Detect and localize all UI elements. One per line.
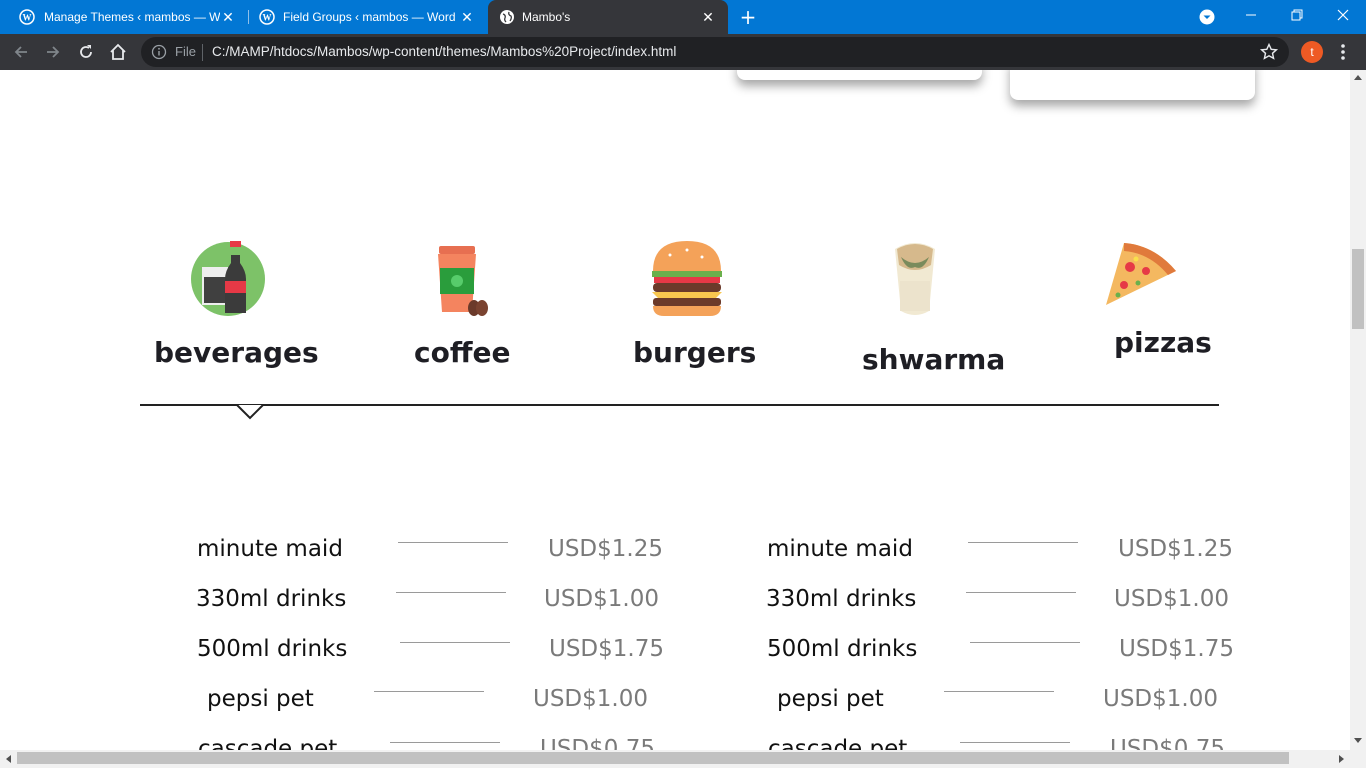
address-bar[interactable]: File C:/MAMP/htdocs/Mambos/wp-content/th… xyxy=(141,37,1289,67)
close-icon[interactable]: ✕ xyxy=(220,9,236,25)
scroll-up-arrow-icon[interactable] xyxy=(1353,73,1363,81)
menu-item-price: USD$1.00 xyxy=(533,686,648,712)
menu-item-price: USD$1.25 xyxy=(1118,536,1233,562)
menu-item-name: 330ml drinks xyxy=(196,586,347,612)
star-icon[interactable] xyxy=(1259,42,1279,62)
leader-line xyxy=(396,592,506,593)
close-icon[interactable]: ✕ xyxy=(459,9,475,25)
more-vert-icon[interactable] xyxy=(1335,42,1351,62)
category-tab-burgers[interactable]: burgers xyxy=(633,336,756,369)
close-icon xyxy=(1337,9,1349,21)
leader-line xyxy=(966,592,1076,593)
tab-field-groups[interactable]: W Field Groups ‹ mambos — Word ✕ xyxy=(249,0,487,34)
menu-item-price: USD$1.00 xyxy=(1103,686,1218,712)
arrow-right-icon xyxy=(47,46,60,58)
content-card xyxy=(737,70,982,80)
svg-text:W: W xyxy=(263,13,272,23)
close-icon[interactable]: ✕ xyxy=(700,9,716,25)
leader-line xyxy=(960,742,1070,743)
menu-item-price: USD$0.75 xyxy=(540,736,655,750)
leader-line xyxy=(970,642,1080,643)
menu-item-name: cascade pet xyxy=(198,736,338,750)
tab-title: Manage Themes ‹ mambos — W xyxy=(44,10,220,24)
tab-search-button[interactable] xyxy=(1184,2,1230,32)
pizza-icon[interactable] xyxy=(1102,241,1178,307)
globe-icon xyxy=(500,10,514,24)
restore-icon xyxy=(1291,9,1303,21)
leader-line xyxy=(400,642,510,643)
arrow-left-icon xyxy=(14,46,27,58)
back-button[interactable] xyxy=(11,42,31,62)
category-tab-shwarma[interactable]: shwarma xyxy=(862,343,1005,376)
leader-line xyxy=(374,691,484,692)
menu-item-price: USD$1.00 xyxy=(544,586,659,612)
scroll-left-arrow-icon[interactable] xyxy=(4,754,12,764)
reload-button[interactable] xyxy=(76,42,96,62)
selected-indicator xyxy=(236,404,264,420)
content-card xyxy=(1010,70,1255,100)
horizontal-scroll-thumb[interactable] xyxy=(17,752,1289,764)
wordpress-icon: W xyxy=(259,9,275,25)
leader-line xyxy=(944,691,1054,692)
category-tab-pizzas[interactable]: pizzas xyxy=(1114,326,1212,359)
menu-item-name: pepsi pet xyxy=(207,686,314,712)
vertical-scrollbar[interactable] xyxy=(1350,70,1366,750)
burger-icon[interactable] xyxy=(650,241,724,317)
svg-text:W: W xyxy=(23,13,32,23)
menu-item-name: pepsi pet xyxy=(777,686,884,712)
tab-title: Field Groups ‹ mambos — Word xyxy=(283,10,456,24)
tab-strip: W Manage Themes ‹ mambos — W ✕ W Field G… xyxy=(0,0,1366,34)
new-tab-button[interactable]: + xyxy=(738,7,758,27)
divider xyxy=(202,44,203,61)
tab-manage-themes[interactable]: W Manage Themes ‹ mambos — W ✕ xyxy=(0,0,248,34)
restore-button[interactable] xyxy=(1274,0,1320,30)
menu-item-name: cascade pet xyxy=(768,736,908,750)
menu-item-price: USD$0.75 xyxy=(1110,736,1225,750)
coffee-cup-icon[interactable] xyxy=(434,246,488,318)
wordpress-icon: W xyxy=(19,9,35,25)
category-tab-beverages[interactable]: beverages xyxy=(154,336,319,369)
scroll-right-arrow-icon[interactable] xyxy=(1338,754,1346,764)
forward-button[interactable] xyxy=(43,42,63,62)
menu-item-price: USD$1.75 xyxy=(549,636,664,662)
tab-title: Mambo's xyxy=(522,10,571,24)
profile-avatar[interactable]: t xyxy=(1301,41,1323,63)
scheme-label: File xyxy=(175,44,196,59)
menu-item-name: 500ml drinks xyxy=(197,636,348,662)
menu-item-name: 500ml drinks xyxy=(767,636,918,662)
menu-item-name: 330ml drinks xyxy=(766,586,917,612)
leader-line xyxy=(398,542,508,543)
menu-item-name: minute maid xyxy=(197,536,343,562)
info-icon[interactable] xyxy=(151,44,167,60)
page-viewport: beverages coffee burgers shwarma pizzas … xyxy=(0,70,1350,750)
soda-icon[interactable] xyxy=(190,241,266,317)
home-button[interactable] xyxy=(108,42,128,62)
leader-line xyxy=(968,542,1078,543)
category-tab-coffee[interactable]: coffee xyxy=(414,336,511,369)
leader-line xyxy=(390,742,500,743)
menu-item-price: USD$1.00 xyxy=(1114,586,1229,612)
browser-toolbar: File C:/MAMP/htdocs/Mambos/wp-content/th… xyxy=(0,34,1366,70)
shawarma-icon[interactable] xyxy=(893,241,937,317)
chevron-down-icon xyxy=(1199,9,1215,25)
home-icon xyxy=(110,43,126,60)
minimize-icon xyxy=(1246,14,1256,16)
reload-icon xyxy=(80,45,92,58)
minimize-button[interactable] xyxy=(1228,0,1274,30)
menu-item-name: minute maid xyxy=(767,536,913,562)
close-window-button[interactable] xyxy=(1320,0,1366,30)
url-text[interactable]: C:/MAMP/htdocs/Mambos/wp-content/themes/… xyxy=(212,44,676,59)
tab-mambos[interactable]: Mambo's ✕ xyxy=(488,0,728,34)
menu-item-price: USD$1.25 xyxy=(548,536,663,562)
menu-item-price: USD$1.75 xyxy=(1119,636,1234,662)
category-divider xyxy=(140,404,1219,406)
scroll-down-arrow-icon[interactable] xyxy=(1353,737,1363,745)
vertical-scroll-thumb[interactable] xyxy=(1352,249,1364,329)
